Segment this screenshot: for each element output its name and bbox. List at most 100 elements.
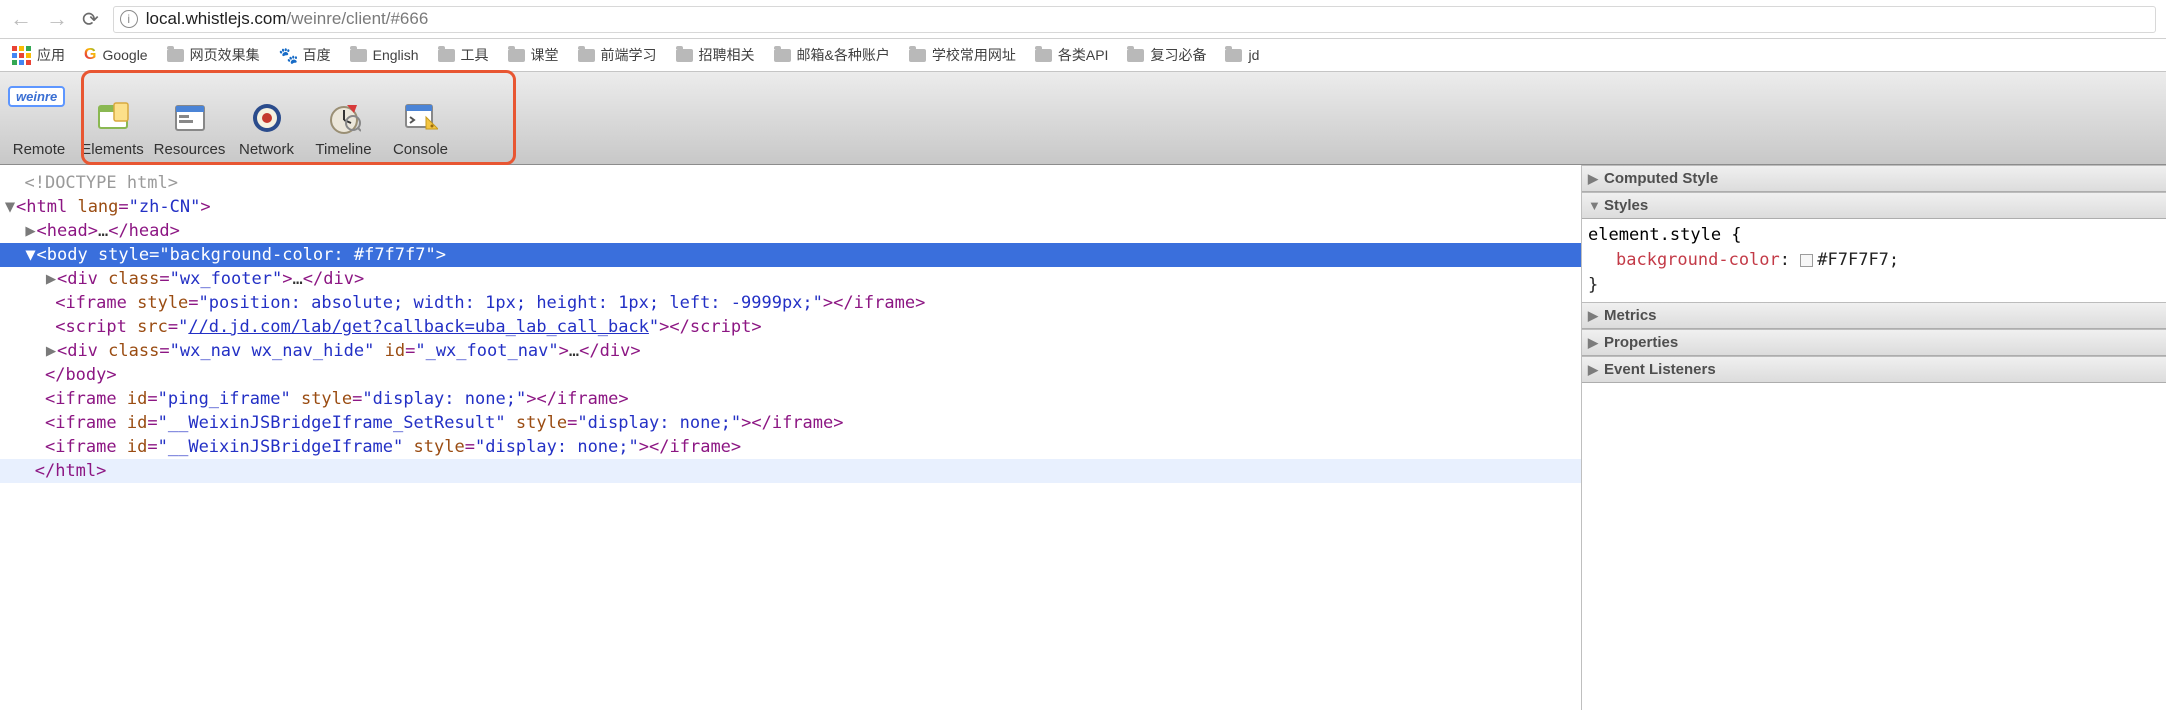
bookmark-label: 百度 [303, 45, 331, 65]
site-info-icon[interactable]: i [120, 10, 138, 28]
bookmark-baidu[interactable]: 🐾 百度 [279, 45, 331, 65]
pane-title: Styles [1604, 197, 1648, 214]
bookmark-folder[interactable]: 网页效果集 [167, 45, 260, 65]
chevron-right-icon: ▶ [1588, 308, 1600, 324]
folder-icon [508, 49, 525, 62]
pane-title: Properties [1604, 334, 1678, 351]
bookmark-folder[interactable]: 前端学习 [578, 45, 657, 65]
browser-nav-bar: ← → ⟳ i local.whistlejs.com/weinre/clien… [0, 0, 2166, 39]
toolbar-label: Network [239, 141, 294, 158]
network-icon [250, 101, 284, 135]
expand-arrow[interactable]: ▶ [24, 219, 36, 243]
toolbar-label: Timeline [315, 141, 371, 158]
bookmark-folder[interactable]: 学校常用网址 [909, 45, 1016, 65]
bookmark-label: 工具 [461, 45, 489, 65]
dom-iframe1[interactable]: <iframe style="position: absolute; width… [0, 291, 1581, 315]
back-button[interactable]: ← [10, 6, 32, 32]
google-icon: G [84, 46, 96, 64]
pane-title: Metrics [1604, 307, 1657, 324]
bookmark-folder[interactable]: 各类API [1035, 45, 1109, 65]
pane-title: Event Listeners [1604, 361, 1716, 378]
bookmark-google[interactable]: G Google [84, 46, 148, 64]
pane-properties[interactable]: ▶Properties [1582, 329, 2166, 356]
bookmarks-bar: 应用 G Google 网页效果集 🐾 百度 English 工具 课堂 前端学习… [0, 39, 2166, 72]
css-selector: element.style { [1588, 225, 1742, 245]
color-swatch[interactable] [1800, 254, 1813, 267]
toolbar-resources[interactable]: Resources [151, 78, 228, 158]
dom-weixin-setresult[interactable]: <iframe id="__WeixinJSBridgeIframe_SetRe… [0, 411, 1581, 435]
console-icon [404, 101, 438, 135]
dom-ping-iframe[interactable]: <iframe id="ping_iframe" style="display:… [0, 387, 1581, 411]
bookmark-folder[interactable]: 招聘相关 [676, 45, 755, 65]
folder-icon [438, 49, 455, 62]
bookmark-folder[interactable]: English [350, 47, 419, 63]
baidu-icon: 🐾 [279, 46, 297, 64]
bookmark-folder[interactable]: 工具 [438, 45, 489, 65]
address-bar[interactable]: i local.whistlejs.com/weinre/client/#666 [113, 6, 2156, 33]
bookmark-folder[interactable]: jd [1225, 47, 1259, 63]
folder-icon [350, 49, 367, 62]
expand-arrow[interactable]: ▼ [4, 195, 16, 219]
pane-event-listeners[interactable]: ▶Event Listeners [1582, 356, 2166, 383]
bookmark-label: 前端学习 [601, 45, 657, 65]
folder-icon [676, 49, 693, 62]
dom-wx-nav[interactable]: ▶<div class="wx_nav wx_nav_hide" id="_wx… [0, 339, 1581, 363]
dom-head[interactable]: ▶<head>…</head> [0, 219, 1581, 243]
folder-icon [1127, 49, 1144, 62]
dom-weixin-iframe[interactable]: <iframe id="__WeixinJSBridgeIframe" styl… [0, 435, 1581, 459]
toolbar-timeline[interactable]: Timeline [305, 78, 382, 158]
toolbar-label: Resources [154, 141, 226, 158]
toolbar-label: Elements [81, 141, 144, 158]
dom-html-close[interactable]: </html> [0, 459, 1581, 483]
expand-arrow[interactable]: ▼ [24, 243, 36, 267]
apps-grid-icon [12, 46, 31, 65]
dom-script1[interactable]: <script src="//d.jd.com/lab/get?callback… [0, 315, 1581, 339]
url-path: /weinre/client/#666 [287, 9, 429, 29]
bookmark-label: 招聘相关 [699, 45, 755, 65]
devtools-toolbar: weinre Remote Elements Resources Network… [0, 72, 2166, 165]
bookmark-label: 复习必备 [1150, 45, 1206, 65]
pane-title: Computed Style [1604, 170, 1718, 187]
bookmark-label: English [373, 47, 419, 63]
dom-html-open[interactable]: ▼<html lang="zh-CN"> [0, 195, 1581, 219]
forward-button[interactable]: → [46, 6, 68, 32]
dom-doctype[interactable]: <!DOCTYPE html> [0, 171, 1581, 195]
toolbar-elements[interactable]: Elements [74, 78, 151, 158]
folder-icon [1225, 49, 1242, 62]
folder-icon [1035, 49, 1052, 62]
weinre-badge: weinre [8, 86, 65, 107]
elements-tree[interactable]: <!DOCTYPE html> ▼<html lang="zh-CN"> ▶<h… [0, 165, 1582, 710]
dom-body-close[interactable]: </body> [0, 363, 1581, 387]
styles-rule[interactable]: element.style { background-color: #F7F7F… [1582, 219, 2166, 302]
toolbar-label: Remote [13, 141, 66, 158]
bookmark-label: 课堂 [531, 45, 559, 65]
pane-metrics[interactable]: ▶Metrics [1582, 302, 2166, 329]
pane-styles[interactable]: ▼ Styles [1582, 192, 2166, 219]
css-prop-value[interactable]: #F7F7F7 [1817, 250, 1889, 270]
expand-arrow[interactable]: ▶ [45, 339, 57, 363]
folder-icon [578, 49, 595, 62]
styles-sidebar: ▶Computed Style ▼Styles element.style { … [1582, 165, 2166, 710]
pane-computed-style[interactable]: ▶Computed Style [1582, 165, 2166, 192]
bookmark-label: 邮箱&各种账户 [797, 45, 890, 65]
toolbar-console[interactable]: Console [382, 78, 459, 158]
script-src-link[interactable]: //d.jd.com/lab/get?callback=uba_lab_call… [188, 317, 649, 337]
dom-body-open[interactable]: ▼<body style="background-color: #f7f7f7"… [0, 243, 1581, 267]
resources-icon [173, 101, 207, 135]
folder-icon [909, 49, 926, 62]
bookmark-label: Google [102, 47, 147, 63]
timeline-icon [327, 101, 361, 135]
bookmark-folder[interactable]: 课堂 [508, 45, 559, 65]
reload-button[interactable]: ⟳ [82, 7, 99, 32]
dom-wx-footer[interactable]: ▶<div class="wx_footer">…</div> [0, 267, 1581, 291]
css-prop-name[interactable]: background-color [1616, 250, 1780, 270]
url-host: local.whistlejs.com [146, 9, 287, 29]
chevron-down-icon: ▼ [1588, 198, 1600, 213]
apps-button[interactable]: 应用 [12, 45, 65, 65]
main-content: <!DOCTYPE html> ▼<html lang="zh-CN"> ▶<h… [0, 165, 2166, 710]
expand-arrow[interactable]: ▶ [45, 267, 57, 291]
bookmark-folder[interactable]: 邮箱&各种账户 [774, 45, 890, 65]
toolbar-network[interactable]: Network [228, 78, 305, 158]
bookmark-label: 网页效果集 [190, 45, 260, 65]
bookmark-folder[interactable]: 复习必备 [1127, 45, 1206, 65]
